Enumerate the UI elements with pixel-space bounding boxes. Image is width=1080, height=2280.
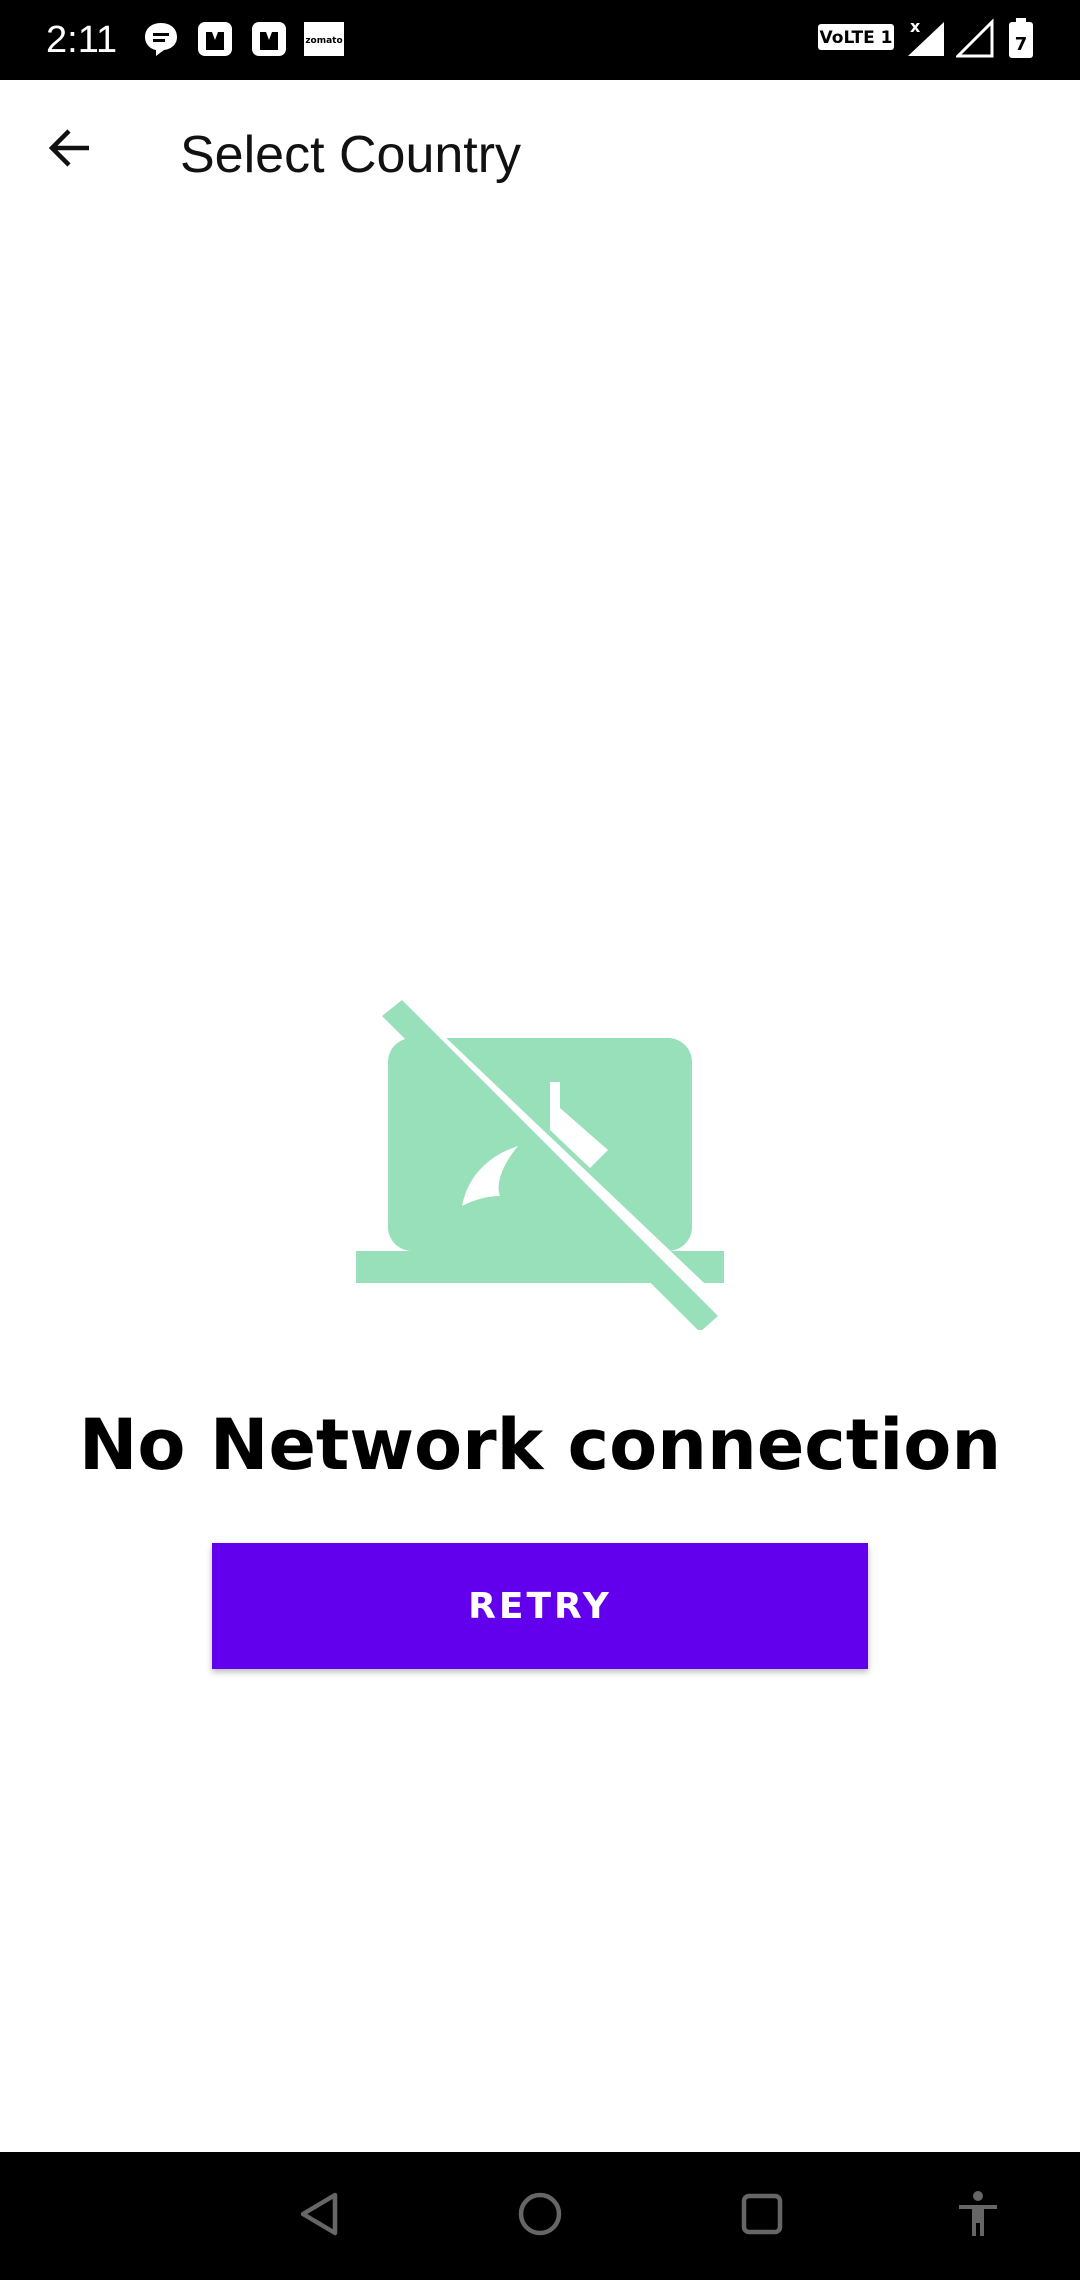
app-bar: Select Country	[0, 80, 1080, 226]
zomato-icon: zomato	[304, 20, 344, 58]
back-button[interactable]	[30, 110, 110, 190]
screen: 2:11 zomato VoLTE 1 x 7 Select Country N…	[0, 0, 1080, 2280]
arrow-back-icon	[45, 123, 95, 178]
nav-accessibility-button[interactable]	[938, 2176, 1018, 2256]
app-icon	[196, 20, 234, 58]
page-title: Select Country	[180, 126, 522, 184]
chat-bubble-icon	[142, 20, 180, 58]
retry-button[interactable]: RETRY	[212, 1543, 868, 1669]
svg-text:x: x	[910, 17, 921, 36]
volte-label: VoLTE 1	[820, 28, 893, 48]
nav-home-button[interactable]	[500, 2176, 580, 2256]
nav-back-button[interactable]	[280, 2176, 360, 2256]
back-triangle-icon	[295, 2189, 345, 2244]
app-icon	[250, 20, 288, 58]
signal-empty-icon	[954, 16, 996, 65]
signal-x-icon: x	[904, 16, 948, 65]
navigation-bar	[0, 2152, 1080, 2280]
nav-recents-button[interactable]	[722, 2176, 802, 2256]
no-network-laptop-icon	[350, 996, 730, 1332]
recents-square-icon	[737, 2189, 787, 2244]
battery-icon: 7	[1006, 16, 1036, 65]
volte-icon: VoLTE 1	[816, 16, 896, 61]
zomato-label: zomato	[305, 36, 342, 46]
accessibility-icon	[953, 2189, 1003, 2244]
empty-state-title: No Network connection	[78, 1404, 1002, 1486]
battery-level: 7	[1015, 34, 1028, 55]
status-bar: 2:11 zomato VoLTE 1 x 7	[0, 0, 1080, 80]
home-circle-icon	[515, 2189, 565, 2244]
status-time: 2:11	[46, 19, 118, 61]
